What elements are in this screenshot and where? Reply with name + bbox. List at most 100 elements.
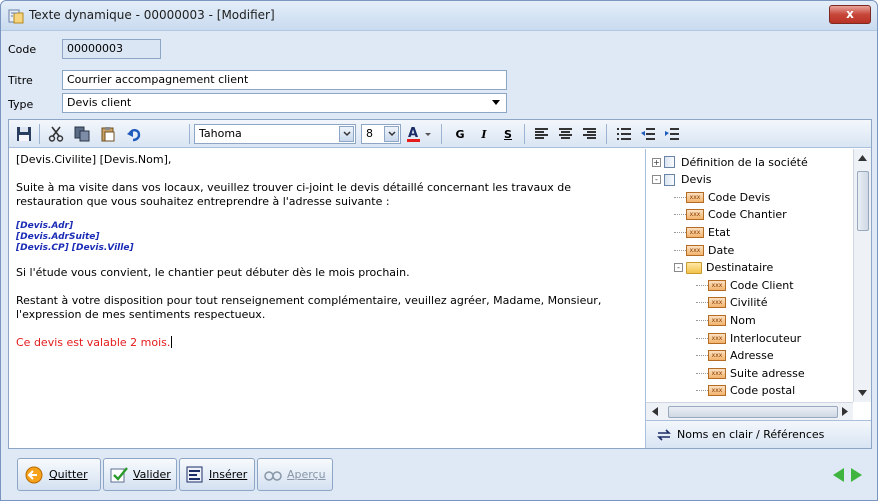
field-icon: xxx: [708, 332, 726, 344]
font-color-icon[interactable]: A: [405, 123, 435, 145]
field-icon: xxx: [708, 297, 726, 309]
tree-node[interactable]: xxx Civilité: [696, 294, 768, 312]
bullets-icon[interactable]: [613, 123, 635, 145]
code-field[interactable]: 00000003: [62, 39, 161, 59]
scroll-right-icon[interactable]: [842, 407, 848, 416]
exit-icon: [25, 466, 43, 483]
font-name-value: Tahoma: [199, 127, 242, 140]
tree-node[interactable]: xxx Nom: [696, 311, 756, 329]
underline-button[interactable]: S: [497, 123, 519, 145]
quitter-button[interactable]: Quitter: [17, 458, 101, 491]
names-references-toggle[interactable]: Noms en clair / Références: [645, 420, 871, 448]
tree-node[interactable]: - Devis: [652, 171, 712, 189]
tree-node[interactable]: - Destinataire: [674, 259, 773, 277]
field-icon: xxx: [708, 279, 726, 291]
tree-horizontal-scrollbar[interactable]: [646, 402, 853, 420]
undo-icon[interactable]: [123, 123, 145, 145]
bold-button[interactable]: G: [449, 123, 471, 145]
font-name-combo[interactable]: Tahoma: [194, 124, 356, 144]
chevron-down-icon: [339, 126, 354, 142]
tree-node-label: Code Chantier: [708, 208, 787, 222]
tree-node-label: Code postal: [730, 384, 796, 398]
scroll-up-icon[interactable]: [858, 155, 867, 161]
tree-node[interactable]: xxx Adresse: [696, 347, 774, 365]
tree-node[interactable]: xxx Suite adresse: [696, 364, 805, 382]
editor-frame: Tahoma 8 A G I S [Devis.Civilite] [Devis…: [8, 119, 872, 449]
outdent-icon[interactable]: [637, 123, 659, 145]
tree-horizontal-thumb[interactable]: [668, 406, 838, 418]
tree-connector: [696, 390, 708, 392]
italic-label: I: [481, 127, 487, 141]
tree-vertical-scrollbar[interactable]: [853, 149, 871, 402]
chevron-down-icon: [384, 126, 399, 142]
tree-node-label: Devis: [681, 173, 712, 187]
titre-field[interactable]: Courrier accompagnement client: [62, 70, 507, 90]
merge-field-cp-ville: [Devis.CP] [Devis.Ville]: [16, 243, 134, 253]
tree-connector: [696, 284, 708, 286]
type-select[interactable]: Devis client: [62, 93, 507, 113]
font-size-combo[interactable]: 8: [361, 124, 401, 144]
tree-node[interactable]: xxx Code Devis: [674, 188, 770, 206]
tree-node[interactable]: xxx Etat: [674, 223, 730, 241]
align-left-icon[interactable]: [531, 123, 553, 145]
tree-node-label: Interlocuteur: [730, 331, 802, 345]
tree-vertical-thumb[interactable]: [857, 171, 869, 231]
field-icon: xxx: [686, 226, 704, 238]
tree-connector: [674, 196, 686, 198]
window-title: Texte dynamique - 00000003 - [Modifier]: [29, 8, 275, 22]
expand-icon[interactable]: +: [652, 157, 661, 167]
font-size-value: 8: [366, 127, 373, 140]
tree-node[interactable]: xxx Code postal: [696, 382, 795, 400]
close-button[interactable]: x: [829, 5, 871, 24]
field-icon: xxx: [708, 367, 726, 379]
tree-node-label: Destinataire: [706, 261, 774, 275]
titre-label: Titre: [8, 74, 33, 87]
format-toolbar: Tahoma 8 A G I S: [9, 120, 871, 148]
align-center-icon[interactable]: [555, 123, 577, 145]
indent-icon[interactable]: [661, 123, 683, 145]
field-icon: xxx: [686, 209, 704, 221]
swap-icon: [657, 428, 671, 441]
merge-field-adr: [Devis.Adr]: [16, 221, 74, 231]
scroll-down-icon[interactable]: [858, 390, 867, 396]
collapse-icon[interactable]: -: [652, 175, 661, 185]
bold-label: G: [455, 127, 465, 141]
valider-label: Valider: [133, 468, 171, 481]
copy-icon[interactable]: [71, 123, 93, 145]
tree-node-label: Suite adresse: [730, 366, 805, 380]
previous-arrow-icon[interactable]: [833, 468, 844, 482]
scroll-left-icon[interactable]: [652, 407, 658, 416]
cut-icon[interactable]: [45, 123, 67, 145]
tree-node[interactable]: xxx Code Client: [696, 276, 794, 294]
tree-node[interactable]: + Définition de la société: [652, 153, 808, 171]
apercu-button[interactable]: Aperçu: [257, 458, 333, 491]
tree-connector: [674, 249, 686, 251]
chevron-down-icon: [492, 100, 500, 105]
inserer-label: Insérer: [209, 468, 248, 481]
greeting-line: [Devis.Civilite] [Devis.Nom],: [16, 153, 172, 166]
save-icon[interactable]: [13, 123, 35, 145]
valider-button[interactable]: Valider: [103, 458, 177, 491]
italic-button[interactable]: I: [473, 123, 495, 145]
paste-icon[interactable]: [97, 123, 119, 145]
tree-node[interactable]: xxx Date: [674, 241, 734, 259]
field-icon: xxx: [686, 244, 704, 256]
tree-node-label: Définition de la société: [681, 155, 808, 169]
next-arrow-icon[interactable]: [851, 468, 862, 482]
tree-node[interactable]: xxx Interlocuteur: [696, 329, 801, 347]
collapse-icon[interactable]: -: [674, 263, 683, 273]
insert-icon: [186, 466, 203, 482]
tree-node[interactable]: xxx Code Chantier: [674, 206, 787, 224]
align-right-icon[interactable]: [579, 123, 601, 145]
validity-line: Ce devis est valable 2 mois.: [16, 336, 635, 350]
tree-node-label: Civilité: [730, 296, 768, 310]
document-text-area[interactable]: [Devis.Civilite] [Devis.Nom], Suite à ma…: [10, 149, 641, 448]
tree-node-label: Nom: [730, 313, 756, 327]
inserer-button[interactable]: Insérer: [179, 458, 255, 491]
dialog-window: Texte dynamique - 00000003 - [Modifier] …: [0, 0, 878, 501]
validate-icon: [110, 466, 128, 482]
apercu-label: Aperçu: [287, 468, 326, 481]
quitter-label: Quitter: [49, 468, 88, 481]
folder-icon: [686, 261, 702, 274]
tree-node-label: Code Devis: [708, 190, 771, 204]
